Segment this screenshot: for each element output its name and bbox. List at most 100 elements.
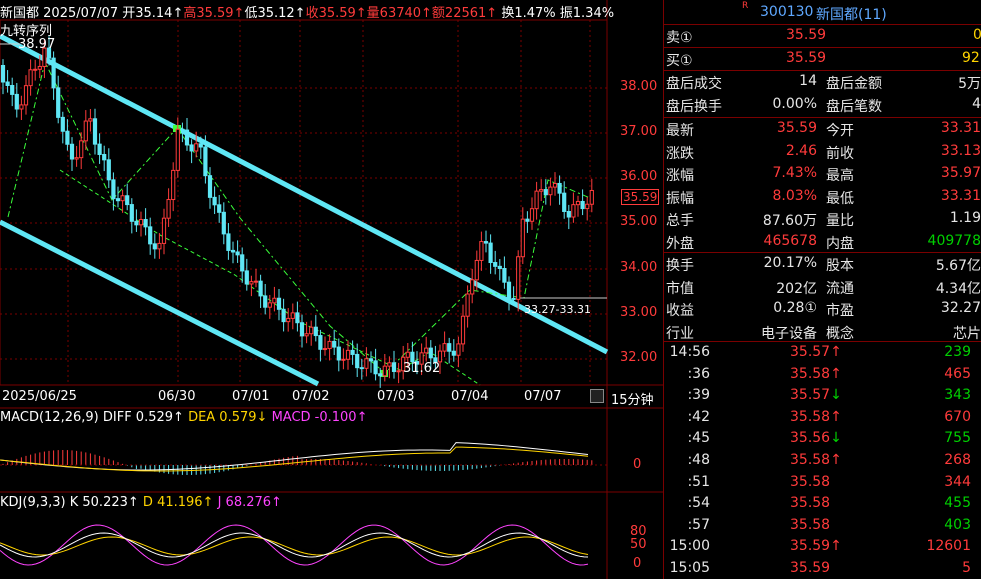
candle-body bbox=[460, 315, 466, 345]
candle-body bbox=[350, 349, 355, 355]
candle-body bbox=[180, 128, 185, 131]
candle-body bbox=[566, 210, 571, 218]
candle-body bbox=[511, 297, 516, 300]
high-value: 高35.59↑ bbox=[183, 6, 245, 21]
tick-row[interactable]: 15:00 35.59↑ 12601 bbox=[664, 536, 981, 558]
candle-body bbox=[14, 93, 19, 110]
amplitude-value: 振1.34% bbox=[559, 6, 615, 21]
chart-area[interactable] bbox=[0, 0, 664, 579]
macd-value: MACD -0.100↑ bbox=[271, 410, 368, 425]
fund-row[interactable]: 收益 0.28① 市盈 32.27 bbox=[664, 298, 981, 320]
candle-body bbox=[470, 279, 475, 295]
tick-row[interactable]: :51 35.58 344 bbox=[664, 472, 981, 494]
candle-body bbox=[529, 208, 535, 222]
candle-body bbox=[396, 370, 401, 373]
candle-body bbox=[497, 265, 502, 270]
candle-body bbox=[318, 335, 323, 350]
candle-body bbox=[19, 104, 24, 110]
price-tick: 33.00 bbox=[620, 305, 658, 320]
candle-body bbox=[580, 200, 585, 210]
candle-body bbox=[474, 259, 479, 281]
price-tick: 35.00 bbox=[620, 214, 658, 229]
stat-row[interactable]: 振幅 8.03% 最低 33.31 bbox=[664, 186, 981, 208]
kdj-d-line bbox=[0, 536, 589, 556]
fund-row[interactable]: 行业 电子设备 概念 芯片 bbox=[664, 321, 981, 343]
buy1-row[interactable]: 买① 35.59 92 bbox=[664, 48, 981, 70]
candle-body bbox=[373, 360, 378, 375]
candle-body bbox=[534, 190, 539, 210]
price-tick: 34.00 bbox=[620, 260, 658, 275]
stat-row[interactable]: 最新 35.59 今开 33.31 bbox=[664, 118, 981, 140]
candle-body bbox=[37, 65, 42, 70]
ah-row[interactable]: 盘后成交 14 盘后金额 5万 bbox=[664, 71, 981, 93]
tick-row[interactable]: :36 35.58↑ 465 bbox=[664, 364, 981, 386]
candle-body bbox=[194, 143, 199, 152]
candle-body bbox=[138, 219, 144, 226]
date-tick: 07/01 bbox=[232, 389, 270, 404]
candle-body bbox=[341, 358, 346, 361]
stock-code: 300130 bbox=[760, 4, 814, 20]
kdj-d: D 41.196↑ bbox=[142, 495, 214, 510]
kdj-j: J 68.276↑ bbox=[217, 495, 282, 510]
candle-body bbox=[171, 169, 176, 201]
candle-body bbox=[263, 295, 268, 308]
candle-body bbox=[382, 365, 387, 377]
candle-body bbox=[557, 182, 562, 194]
tick-row[interactable]: :42 35.58↑ 670 bbox=[664, 407, 981, 429]
candle-body bbox=[359, 367, 364, 370]
tick-row[interactable]: :48 35.58↑ 268 bbox=[664, 450, 981, 472]
price-low-label: 31.62 bbox=[403, 361, 441, 376]
candle-body bbox=[51, 57, 56, 89]
candle-body bbox=[276, 297, 282, 310]
candle-body bbox=[332, 340, 337, 348]
candle-body bbox=[451, 350, 456, 356]
candle-body bbox=[184, 129, 190, 146]
stat-row[interactable]: 涨跌 2.46 前收 33.13 bbox=[664, 141, 981, 163]
candle-body bbox=[83, 120, 88, 142]
stock-name: 新国都 bbox=[0, 6, 40, 21]
tick-row[interactable]: 14:56 35.57↑ 239 bbox=[664, 342, 981, 364]
candle-body bbox=[230, 249, 236, 253]
tick-row[interactable]: :54 35.58 455 bbox=[664, 493, 981, 515]
candle-body bbox=[79, 140, 84, 159]
amount-value: 额22561↑ bbox=[431, 6, 498, 21]
volume-value: 量63740↑ bbox=[366, 6, 432, 21]
tick-row[interactable]: :57 35.58 403 bbox=[664, 515, 981, 537]
quote-header: 新国都 2025/07/07 开35.14↑高35.59↑低35.12↑收35.… bbox=[0, 2, 614, 21]
kdj-j-line bbox=[0, 524, 589, 566]
candle-body bbox=[69, 143, 75, 160]
tick-row[interactable]: 15:05 35.59 5 bbox=[664, 558, 981, 579]
fund-row[interactable]: 市值 202亿 流通 4.34亿 bbox=[664, 276, 981, 298]
candle-body bbox=[198, 143, 203, 148]
candle-body bbox=[479, 241, 484, 261]
stat-row[interactable]: 涨幅 7.43% 最高 35.97 bbox=[664, 163, 981, 185]
candle-body bbox=[161, 217, 167, 244]
candle-body bbox=[543, 189, 548, 196]
candle-body bbox=[65, 130, 70, 145]
candle-body bbox=[157, 242, 162, 250]
candle-body bbox=[106, 159, 111, 181]
sell1-row[interactable]: 卖① 35.59 0 bbox=[664, 25, 981, 47]
date-tick: 2025/06/25 bbox=[2, 389, 77, 404]
macd-header: MACD(12,26,9) DIFF 0.529↑ DEA 0.579↓ MAC… bbox=[0, 410, 367, 425]
candle-body bbox=[166, 199, 171, 219]
candle-body bbox=[539, 189, 544, 192]
candle-body bbox=[143, 219, 148, 228]
price-tick: 36.00 bbox=[620, 169, 658, 184]
period-button[interactable]: 15分钟 bbox=[611, 389, 654, 408]
candle-body bbox=[148, 226, 153, 245]
kdj-k: K 50.223↑ bbox=[69, 495, 139, 510]
stat-row[interactable]: 外盘 465678 内盘 409778 bbox=[664, 231, 981, 253]
scroll-handle[interactable] bbox=[590, 389, 604, 403]
tick-row[interactable]: :45 35.56↓ 755 bbox=[664, 428, 981, 450]
candle-body bbox=[589, 189, 594, 205]
candle-body bbox=[442, 343, 447, 352]
candle-body bbox=[88, 118, 93, 122]
ah-row[interactable]: 盘后换手 0.00% 盘后笔数 4 bbox=[664, 94, 981, 116]
fund-row[interactable]: 换手 20.17% 股本 5.67亿 bbox=[664, 253, 981, 275]
tick-row[interactable]: :39 35.57↓ 343 bbox=[664, 385, 981, 407]
candle-body bbox=[322, 348, 328, 351]
candle-body bbox=[336, 346, 341, 361]
stat-row[interactable]: 总手 87.60万 量比 1.19 bbox=[664, 208, 981, 230]
kdj-header: KDJ(9,3,3) K 50.223↑ D 41.196↑ J 68.276↑ bbox=[0, 495, 282, 510]
